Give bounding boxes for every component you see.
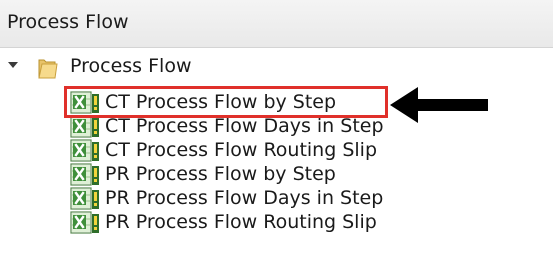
tree-item-report[interactable]: CT Process Flow Routing Slip <box>70 138 430 164</box>
tree-item-label: CT Process Flow Routing Slip <box>105 139 378 161</box>
tree-item-label: PR Process Flow Days in Step <box>105 187 384 209</box>
excel-report-icon <box>70 115 99 138</box>
tree-item-label: PR Process Flow by Step <box>105 163 336 185</box>
tree-item-report[interactable]: PR Process Flow by Step <box>70 162 430 188</box>
tree-item-label: CT Process Flow Days in Step <box>105 115 384 137</box>
excel-report-icon <box>70 139 99 162</box>
excel-report-icon <box>70 187 99 210</box>
tree-folder-process-flow[interactable]: Process Flow <box>70 55 192 77</box>
expand-collapse-icon[interactable] <box>8 62 18 68</box>
pointer-arrow-icon <box>390 87 488 123</box>
folder-icon <box>38 59 58 79</box>
process-flow-panel: Process Flow Process Flow CT Process Flo… <box>0 0 553 272</box>
panel-header: Process Flow <box>0 0 553 48</box>
tree-item-report[interactable]: PR Process Flow Routing Slip <box>70 210 430 236</box>
excel-report-icon <box>70 163 99 186</box>
tree-item-report[interactable]: PR Process Flow Days in Step <box>70 186 430 212</box>
tree-item-label: PR Process Flow Routing Slip <box>105 211 377 233</box>
highlight-box <box>64 86 388 118</box>
excel-report-icon <box>70 211 99 234</box>
panel-title: Process Flow <box>7 11 129 33</box>
report-tree: Process Flow CT Process Flow by Step CT P… <box>0 48 553 272</box>
